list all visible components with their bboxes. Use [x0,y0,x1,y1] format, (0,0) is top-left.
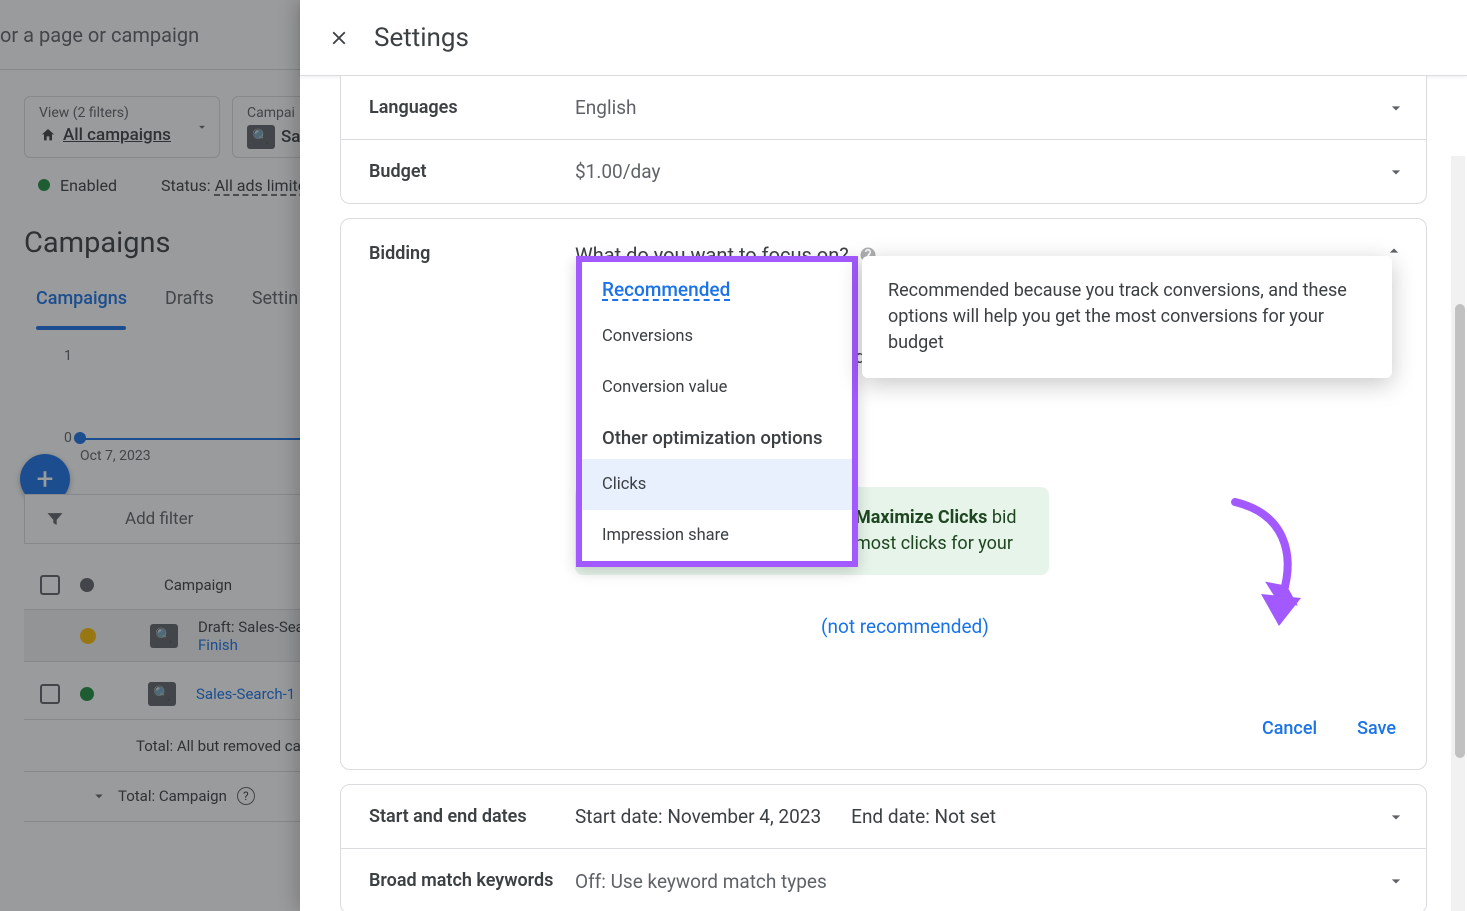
recommended-tooltip: Recommended because you track conversion… [862,256,1392,378]
settings-panel: Settings Languages English Budget $1.00/… [300,0,1467,911]
settings-card: Languages English Budget $1.00/day [340,76,1427,204]
broad-match-row[interactable]: Broad match keywords Off: Use keyword ma… [341,848,1426,911]
chevron-down-icon [1386,162,1406,182]
settings-card: Start and end dates Start date: November… [340,784,1427,911]
chevron-down-icon [1386,871,1406,891]
dropdown-item-conversion-value[interactable]: Conversion value [582,362,852,413]
scrollbar-thumb[interactable] [1455,304,1465,758]
bidding-focus-dropdown[interactable]: Recommended Conversions Conversion value… [576,256,858,567]
chevron-down-icon [1386,98,1406,118]
cancel-button[interactable]: Cancel [1262,718,1317,739]
dropdown-other-heading: Other optimization options [582,413,852,459]
budget-value: $1.00/day [575,160,1398,183]
budget-row[interactable]: Budget $1.00/day [341,139,1426,203]
panel-title: Settings [374,23,469,53]
tooltip-text: Recommended because you track conversion… [888,280,1347,353]
dropdown-item-clicks[interactable]: Clicks [582,459,852,510]
save-button[interactable]: Save [1357,718,1396,739]
dropdown-item-impression-share[interactable]: Impression share [582,510,852,561]
bidding-actions: Cancel Save [341,698,1426,749]
dates-label: Start and end dates [369,806,575,827]
languages-row[interactable]: Languages English [341,76,1426,139]
close-icon[interactable] [328,27,350,49]
start-date-value: Start date: November 4, 2023 [575,805,821,828]
bidding-label: Bidding [369,243,575,267]
budget-label: Budget [369,161,575,182]
broad-match-value: Off: Use keyword match types [575,870,1398,893]
chevron-down-icon [1386,807,1406,827]
panel-header: Settings [300,0,1467,76]
broad-match-label: Broad match keywords [369,869,575,893]
dropdown-item-conversions[interactable]: Conversions [582,311,852,362]
languages-value: English [575,96,1398,119]
dropdown-recommended-heading[interactable]: Recommended [602,278,730,301]
panel-body: Languages English Budget $1.00/day Biddi… [300,76,1467,911]
end-date-value: End date: Not set [851,805,1398,828]
languages-label: Languages [369,97,575,118]
not-recommended-link[interactable]: (not recommended) [821,615,989,638]
dates-row[interactable]: Start and end dates Start date: November… [341,785,1426,848]
